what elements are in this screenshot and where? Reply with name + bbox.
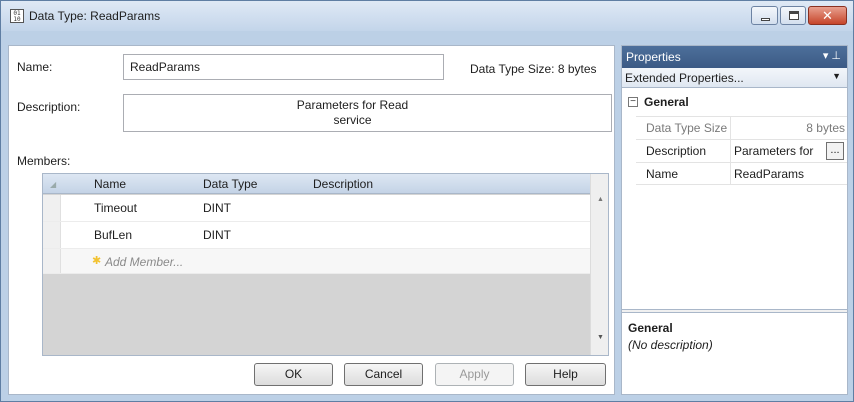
table-row[interactable]: BufLen DINT <box>43 222 591 249</box>
property-row-name[interactable]: Name ReadParams <box>636 162 847 185</box>
description-input[interactable]: Parameters for Read service <box>123 94 612 132</box>
title-bar[interactable]: 01 10 Data Type: ReadParams ✕ <box>1 1 853 31</box>
help-description: (No description) <box>628 338 713 352</box>
properties-panel: Properties ▾ ⊥ Extended Properties... ▼ … <box>621 45 848 395</box>
property-category-general[interactable]: − General <box>622 93 847 113</box>
column-header-name[interactable]: Name <box>94 177 126 191</box>
property-divider <box>730 117 731 139</box>
apply-button[interactable]: Apply <box>435 363 514 386</box>
new-row-star-icon: ✱ <box>92 255 102 267</box>
description-label: Description: <box>17 100 81 114</box>
help-title: General <box>628 321 673 335</box>
property-value[interactable]: ReadParams <box>734 167 804 181</box>
description-line-1: Parameters for Read <box>296 98 409 112</box>
property-key: Description <box>646 144 707 158</box>
property-value: 8 bytes <box>806 121 845 135</box>
cancel-button[interactable]: Cancel <box>344 363 423 386</box>
properties-view-value: Extended Properties... <box>625 71 744 85</box>
members-label: Members: <box>17 154 71 168</box>
member-name-cell[interactable]: BufLen <box>94 228 132 242</box>
help-splitter[interactable] <box>622 309 847 313</box>
members-scrollbar[interactable]: ▲ ▼ <box>590 174 608 355</box>
collapse-icon[interactable]: − <box>628 97 638 107</box>
scroll-down-icon[interactable]: ▼ <box>597 334 604 341</box>
member-data-type-cell[interactable]: DINT <box>203 228 231 242</box>
add-member-row[interactable]: ✱ Add Member... <box>43 249 591 274</box>
add-member-placeholder[interactable]: Add Member... <box>105 255 183 269</box>
property-key: Data Type Size <box>646 121 728 135</box>
close-icon: ✕ <box>822 8 833 23</box>
data-type-icon: 01 10 <box>10 9 24 23</box>
property-row-description[interactable]: Description Parameters for ... <box>636 139 847 162</box>
pin-icon[interactable]: ▾ ⊥ <box>823 49 841 62</box>
window-title: Data Type: ReadParams <box>29 9 161 23</box>
member-name-cell[interactable]: Timeout <box>94 201 137 215</box>
row-header[interactable] <box>43 222 61 248</box>
member-data-type-cell[interactable]: DINT <box>203 201 231 215</box>
row-header[interactable] <box>43 195 61 221</box>
data-type-size-text: Data Type Size: 8 bytes <box>470 62 597 76</box>
dropdown-arrow-icon[interactable]: ▼ <box>832 71 841 81</box>
column-header-description[interactable]: Description <box>313 177 373 191</box>
name-label: Name: <box>17 60 53 74</box>
property-row-size[interactable]: Data Type Size 8 bytes <box>636 116 847 139</box>
scroll-up-icon[interactable]: ▲ <box>597 196 604 203</box>
help-button[interactable]: Help <box>525 363 606 386</box>
ellipsis-button[interactable]: ... <box>826 142 844 160</box>
data-type-editor: Name: ReadParams Data Type Size: 8 bytes… <box>8 45 615 395</box>
property-key: Name <box>646 167 679 181</box>
property-value[interactable]: Parameters for <box>734 144 813 158</box>
members-grid: ◢ Name Data Type Description Timeout DIN… <box>42 173 609 356</box>
table-row[interactable]: Timeout DINT <box>43 195 591 222</box>
grid-header: ◢ Name Data Type Description <box>43 174 591 194</box>
select-all-icon[interactable]: ◢ <box>50 180 56 189</box>
properties-view-select[interactable]: Extended Properties... ▼ <box>622 68 847 88</box>
description-line-2: service <box>333 113 372 127</box>
ok-button[interactable]: OK <box>254 363 333 386</box>
maximize-button[interactable] <box>780 6 806 25</box>
property-divider <box>730 140 731 162</box>
property-divider <box>730 163 731 185</box>
close-button[interactable]: ✕ <box>808 6 847 25</box>
maximize-icon <box>789 11 799 20</box>
row-header <box>43 249 61 273</box>
column-header-data-type[interactable]: Data Type <box>203 177 257 191</box>
properties-title: Properties <box>626 50 681 64</box>
minimize-button[interactable] <box>751 6 778 25</box>
minimize-icon <box>761 18 770 21</box>
dialog-window: 01 10 Data Type: ReadParams ✕ Name: Read… <box>0 0 854 402</box>
name-input[interactable]: ReadParams <box>123 54 444 80</box>
category-label: General <box>644 95 689 109</box>
properties-title-bar[interactable]: Properties ▾ ⊥ <box>622 46 847 68</box>
